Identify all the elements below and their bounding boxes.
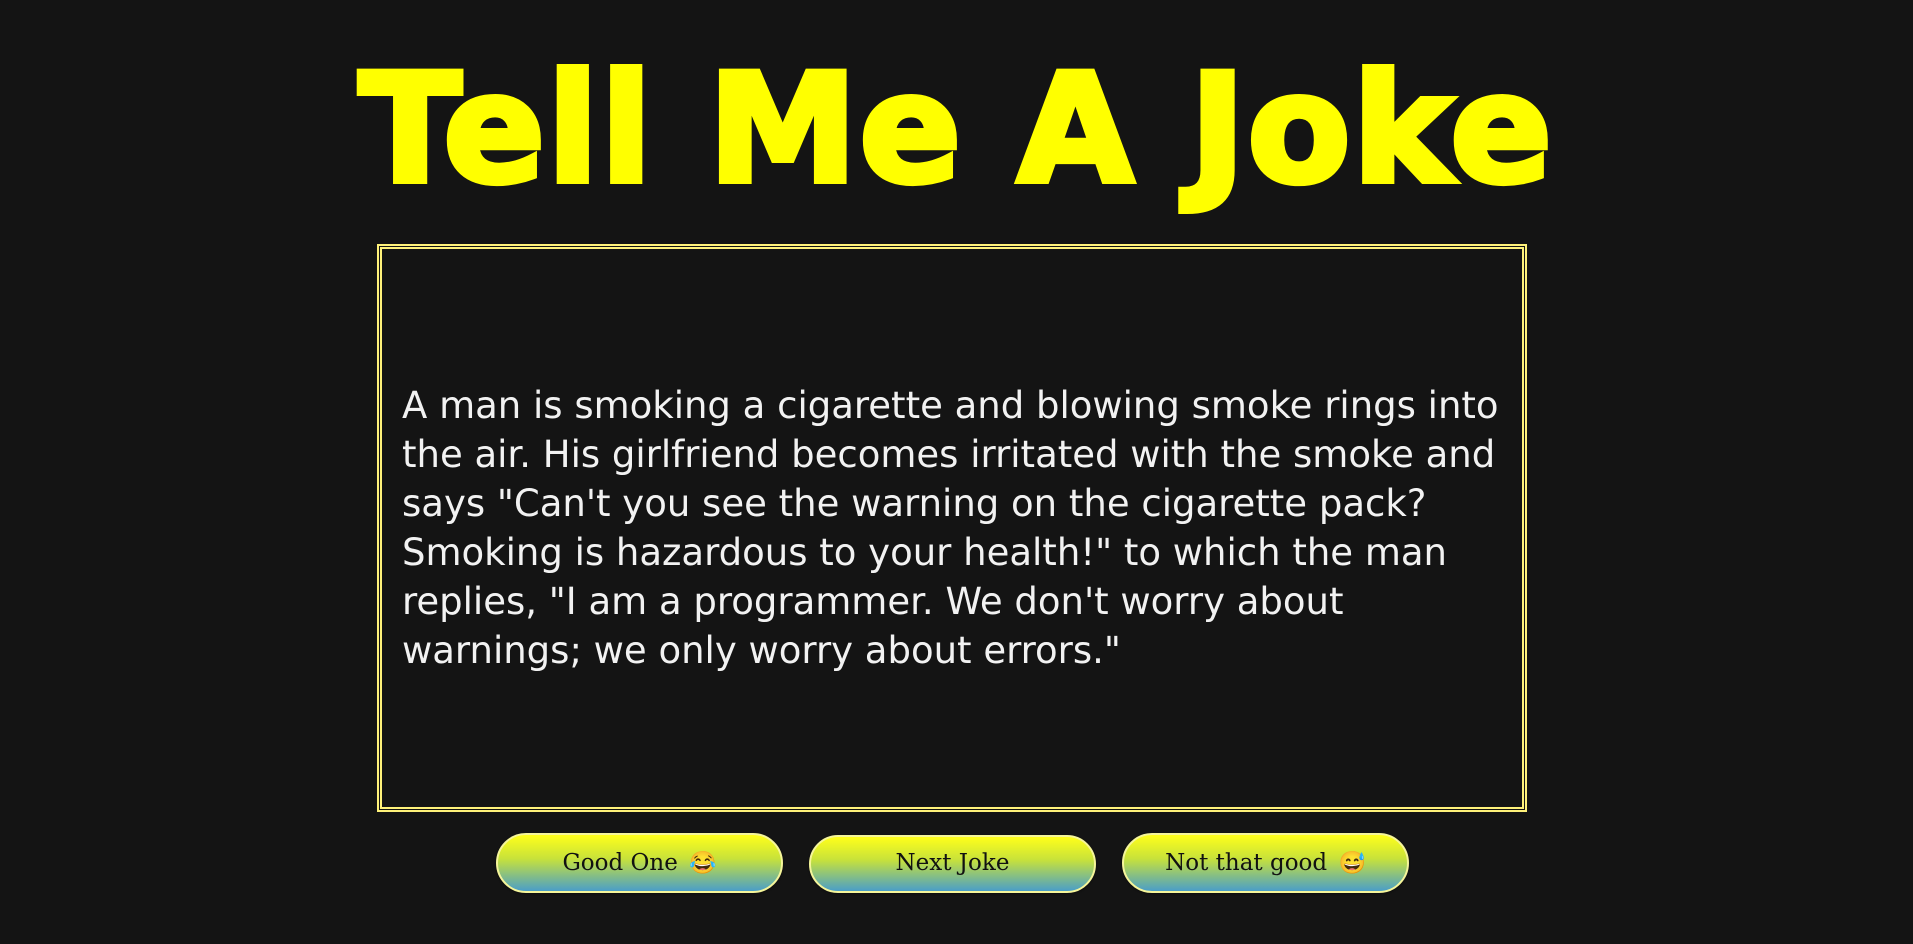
page-title: Tell Me A Joke — [356, 40, 1555, 220]
joke-container: A man is smoking a cigarette and blowing… — [377, 244, 1527, 812]
laughing-emoji-icon: 😂 — [689, 851, 717, 876]
next-joke-label: Next Joke — [895, 850, 1010, 876]
not-that-good-label: Not that good — [1165, 850, 1328, 876]
good-one-label: Good One — [562, 850, 678, 876]
joke-text: A man is smoking a cigarette and blowing… — [402, 384, 1499, 672]
not-that-good-button[interactable]: Not that good 😅 — [1122, 833, 1409, 893]
sweat-smile-emoji-icon: 😅 — [1338, 851, 1366, 876]
next-joke-button[interactable]: Next Joke — [809, 835, 1096, 893]
good-one-button[interactable]: Good One 😂 — [496, 833, 783, 893]
